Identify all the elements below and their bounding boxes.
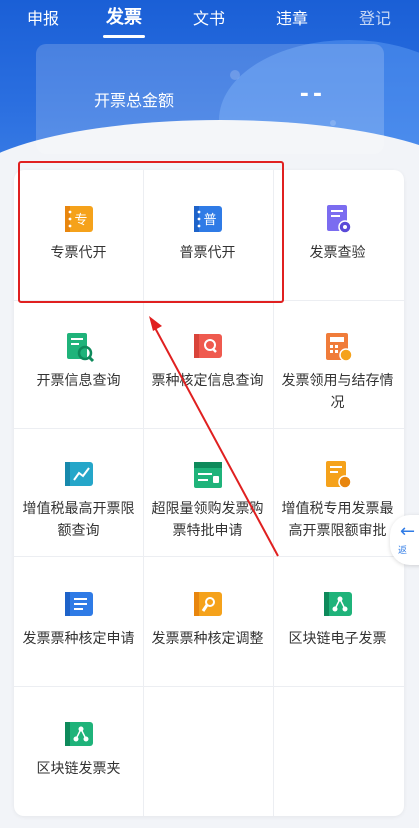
vat-limit-chart-icon: [64, 462, 93, 486]
service-blockchain-invoice[interactable]: 区块链电子发票: [273, 588, 402, 650]
invoice-total-card: 开票总金额 --: [36, 44, 384, 154]
service-invoice-usage[interactable]: 发票领用与结存情况: [273, 330, 402, 414]
invoice-total-value: --: [299, 82, 326, 107]
service-invoice-info-search[interactable]: 开票信息查询: [14, 330, 143, 392]
service-label: 开票信息查询: [36, 373, 121, 389]
over-limit-purchase-icon: [193, 462, 222, 488]
service-blockchain-folder[interactable]: 区块链发票夹: [14, 718, 143, 780]
invoice-calculator-icon: [325, 333, 353, 362]
grid-divider: [14, 428, 404, 429]
active-tab-indicator: [103, 35, 145, 38]
ticket-type-search-icon: [193, 334, 222, 358]
back-arrow-icon: ←: [400, 521, 416, 542]
side-return-tab[interactable]: ← 返: [390, 515, 419, 565]
ticket-type-adjust-icon: [193, 592, 222, 616]
grid-divider: [14, 686, 404, 687]
tab-declare[interactable]: 申报: [27, 9, 59, 29]
service-label: 发票领用与结存情况: [281, 373, 394, 411]
invoice-verify-icon: [326, 205, 352, 234]
tab-documents[interactable]: 文书: [193, 9, 225, 29]
tab-registration[interactable]: 登记: [359, 9, 391, 29]
service-vat-limit-search[interactable]: 增值税最高开票限额查询: [14, 458, 143, 542]
blockchain-invoice-icon: [323, 592, 352, 616]
vat-approval-coin-icon: [325, 461, 352, 489]
service-label: 区块链发票夹: [36, 761, 121, 777]
invoice-info-search-icon: [66, 333, 94, 363]
service-label: 超限量领购发票购票特批申请: [151, 501, 264, 539]
service-over-limit-purchase[interactable]: 超限量领购发票购票特批申请: [143, 458, 272, 542]
highlight-annotation: [18, 161, 284, 303]
service-label: 票种核定信息查询: [151, 373, 264, 389]
service-invoice-verify[interactable]: 发票查验: [273, 202, 402, 264]
service-label: 发票查验: [309, 245, 366, 261]
service-label: 增值税最高开票限额查询: [22, 501, 135, 539]
service-ticket-type-adjust[interactable]: 发票票种核定调整: [143, 588, 272, 650]
service-label: 发票票种核定申请: [22, 631, 135, 647]
service-vat-limit-approval[interactable]: 增值税专用发票最高开票限额审批: [273, 458, 402, 542]
tab-invoice[interactable]: 发票: [106, 8, 142, 28]
ticket-type-apply-icon: [64, 592, 93, 616]
service-ticket-type-apply[interactable]: 发票票种核定申请: [14, 588, 143, 650]
top-tab-bar: 申报 发票 文书 违章 登记: [0, 0, 419, 40]
service-ticket-type-search[interactable]: 票种核定信息查询: [143, 330, 272, 392]
side-return-label: 返: [398, 546, 408, 556]
grid-divider: [14, 556, 404, 557]
service-label: 增值税专用发票最高开票限额审批: [281, 501, 394, 539]
blockchain-folder-icon: [64, 722, 93, 746]
tab-violations[interactable]: 违章: [276, 9, 308, 29]
invoice-total-label: 开票总金额: [94, 91, 175, 110]
service-label: 区块链电子发票: [288, 631, 387, 647]
service-label: 发票票种核定调整: [151, 631, 264, 647]
